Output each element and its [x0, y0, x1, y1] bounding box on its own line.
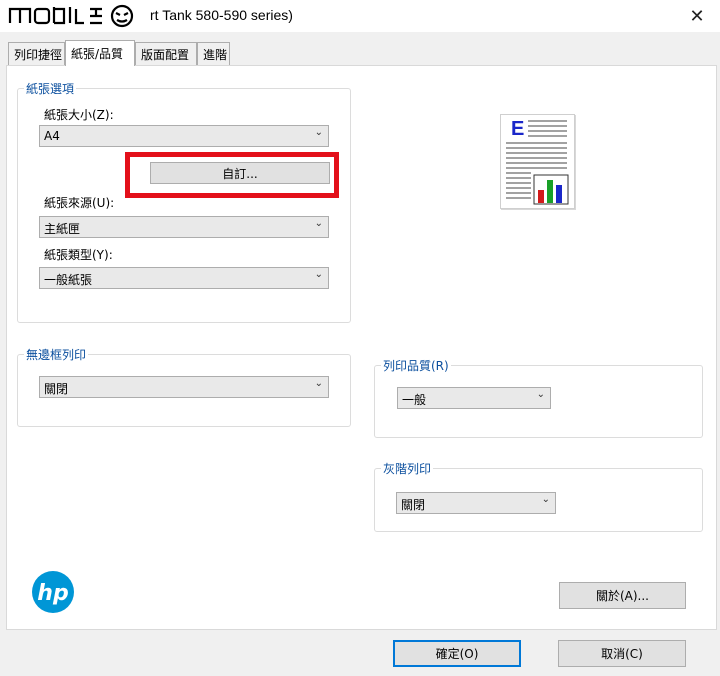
paper-size-value: A4 — [44, 129, 60, 143]
chevron-down-icon: ⌄ — [536, 389, 545, 400]
borderless-label: 無邊框列印 — [24, 346, 89, 363]
about-button-label: 關於(A)... — [595, 589, 650, 603]
chevron-down-icon: ⌄ — [541, 494, 550, 505]
about-button[interactable]: 關於(A)... — [559, 582, 686, 609]
borderless-value: 關閉 — [44, 382, 69, 396]
grayscale-value: 關閉 — [401, 498, 426, 512]
page-preview: E — [500, 114, 575, 209]
tab-advanced[interactable]: 進階 — [197, 42, 230, 65]
grayscale-dropdown[interactable]: 關閉 ⌄ — [396, 492, 556, 514]
print-quality-dropdown[interactable]: 一般 ⌄ — [397, 387, 551, 409]
tab-label: 紙張/品質 — [71, 47, 124, 61]
paper-source-dropdown[interactable]: 主紙匣 ⌄ — [39, 216, 329, 238]
tab-label: 版面配置 — [141, 48, 190, 62]
print-quality-label: 列印品質(R) — [381, 357, 451, 374]
svg-text:hp: hp — [37, 581, 68, 606]
close-icon: ✕ — [689, 5, 705, 27]
chevron-down-icon: ⌄ — [314, 218, 323, 229]
window-title: rt Tank 580-590 series) — [150, 7, 293, 23]
paper-size-dropdown[interactable]: A4 ⌄ — [39, 125, 329, 147]
chevron-down-icon: ⌄ — [314, 269, 323, 280]
paper-quality-panel: 紙張選項 紙張大小(Z): A4 ⌄ 自訂... 紙張來源(U): 主紙匣 ⌄ … — [6, 65, 717, 630]
paper-size-label: 紙張大小(Z): — [44, 108, 114, 122]
paper-type-label: 紙張類型(Y): — [44, 248, 113, 262]
tab-print-shortcuts[interactable]: 列印捷徑 — [8, 42, 65, 65]
paper-source-value: 主紙匣 — [44, 222, 81, 236]
highlight-box — [125, 152, 339, 198]
paper-type-dropdown[interactable]: 一般紙張 ⌄ — [39, 267, 329, 289]
grayscale-label: 灰階列印 — [381, 460, 434, 477]
chevron-down-icon: ⌄ — [314, 378, 323, 389]
tab-paper-quality[interactable]: 紙張/品質 — [65, 40, 135, 66]
borderless-dropdown[interactable]: 關閉 ⌄ — [39, 376, 329, 398]
mobile01-logo — [8, 4, 134, 28]
tab-label: 進階 — [203, 48, 228, 62]
ok-button[interactable]: 確定(O) — [393, 640, 521, 667]
tab-layout[interactable]: 版面配置 — [135, 42, 197, 65]
paper-options-label: 紙張選項 — [24, 80, 77, 97]
title-bar: rt Tank 580-590 series) ✕ — [0, 0, 720, 32]
cancel-button[interactable]: 取消(C) — [558, 640, 686, 667]
cancel-button-label: 取消(C) — [601, 647, 643, 661]
close-button[interactable]: ✕ — [674, 0, 720, 32]
paper-type-value: 一般紙張 — [44, 273, 93, 287]
preview-letter: E — [511, 118, 524, 140]
print-quality-value: 一般 — [402, 393, 427, 407]
ok-button-label: 確定(O) — [435, 647, 479, 661]
tab-label: 列印捷徑 — [14, 48, 63, 62]
hp-logo: hp — [32, 571, 74, 613]
page-preview-graphic: E — [506, 118, 569, 205]
chevron-down-icon: ⌄ — [314, 127, 323, 138]
paper-source-label: 紙張來源(U): — [44, 196, 115, 210]
